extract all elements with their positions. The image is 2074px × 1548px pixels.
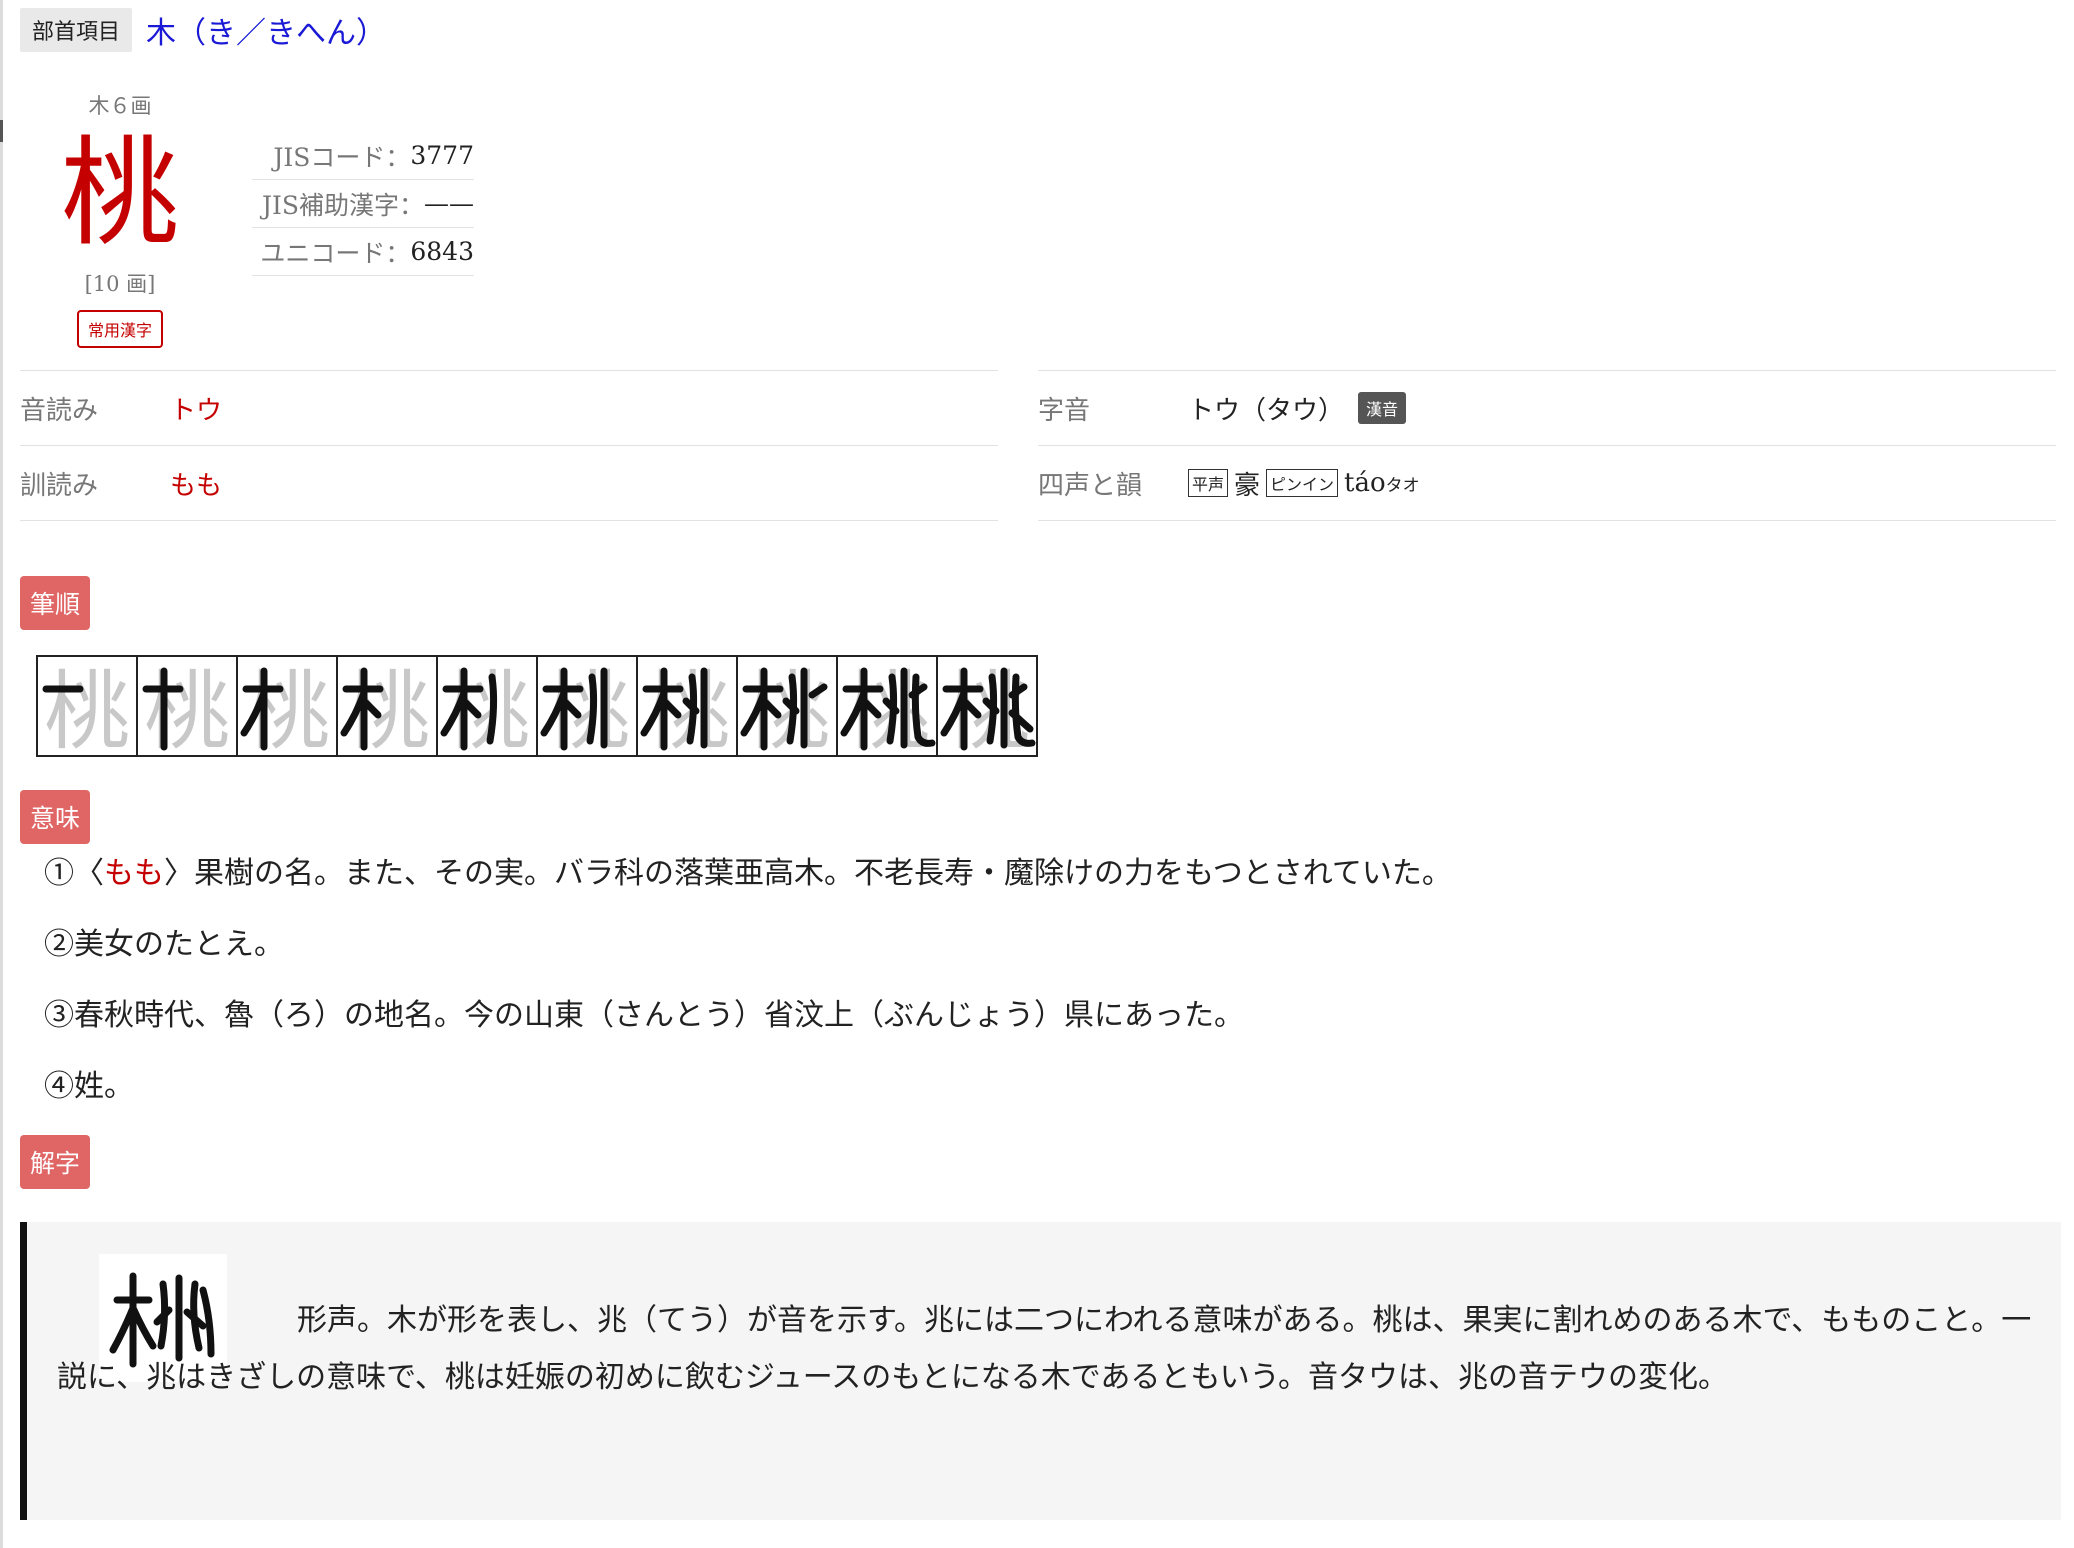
stroke-order-diagram: 桃桃桃桃桃桃桃桃桃桃	[36, 655, 1038, 757]
radical-link[interactable]: 木（き／きへん）	[146, 8, 386, 52]
stroke-step-7: 桃	[638, 657, 738, 755]
svg-text:桃: 桃	[144, 662, 230, 755]
on-reading-label: 音読み	[20, 395, 99, 426]
stroke-step-2: 桃	[138, 657, 238, 755]
jion-row: 字音 トウ（タウ） 漢音	[1038, 370, 2056, 445]
breadcrumb: 部首項目 木（き／きへん）	[20, 8, 386, 52]
kaiji-box: 形声。木が形を表し、兆（てう）が音を示す。兆には二つにわれる意味がある。桃は、果…	[20, 1222, 2061, 1520]
kanji-character: 桃	[60, 124, 179, 262]
svg-text:桃: 桃	[44, 662, 130, 755]
radical-strokes: 木６画	[88, 94, 152, 118]
unicode-row: ユニコード： 6843	[252, 228, 474, 276]
kaiji-heading: 解字	[20, 1135, 91, 1189]
readings-right: 字音 トウ（タウ） 漢音 四声と韻 平声 豪 ピンイン táo タオ	[1038, 370, 2056, 521]
jis-code-row: JISコード： 3777	[252, 132, 474, 180]
radical-category-label: 部首項目	[20, 8, 133, 52]
window-edge-marker	[0, 120, 3, 142]
jis-hojo-row: JIS補助漢字： ——	[252, 180, 474, 228]
meaning-list: ①〈もも〉果樹の名。また、その実。バラ科の落葉亜高木。不老長寿・魔除けの力をもつ…	[44, 854, 2024, 1138]
stroke-step-4: 桃	[338, 657, 438, 755]
joyo-kanji-badge: 常用漢字	[76, 310, 163, 348]
meaning-item-2: ②美女のたとえ。	[44, 927, 284, 962]
window-edge	[0, 0, 3, 1548]
shisei-label: 四声と韻	[1038, 470, 1143, 501]
pinyin-kana: タオ	[1385, 475, 1420, 496]
meaning-1-text: 〉果樹の名。また、その実。バラ科の落葉亜高木。不老長寿・魔除けの力をもつとされて…	[164, 856, 1452, 891]
kun-reading-value: もも	[170, 470, 223, 501]
stroke-step-5: 桃	[438, 657, 538, 755]
on-reading-value: トウ	[170, 395, 223, 426]
jis-hojo-label: JIS補助漢字：	[261, 190, 424, 220]
kun-reading-label: 訓読み	[20, 470, 99, 501]
pinyin-value: táo	[1344, 468, 1386, 498]
pinyin-tag: ピンイン	[1266, 469, 1339, 497]
unicode-label: ユニコード：	[260, 238, 411, 268]
kaiji-text: 形声。木が形を表し、兆（てう）が音を示す。兆には二つにわれる意味がある。桃は、果…	[57, 1303, 2032, 1395]
shisei-row: 四声と韻 平声 豪 ピンイン táo タオ	[1038, 445, 2056, 521]
stroke-step-8: 桃	[738, 657, 838, 755]
stroke-step-3: 桃	[238, 657, 338, 755]
total-stroke-count: [10 画]	[84, 272, 156, 296]
on-reading-row: 音読み トウ	[20, 370, 998, 445]
stroke-step-6: 桃	[538, 657, 638, 755]
jis-code-value: 3777	[410, 141, 474, 170]
code-table: JISコード： 3777 JIS補助漢字： —— ユニコード： 6843	[252, 132, 474, 276]
stroke-step-1: 桃	[38, 657, 138, 755]
meaning-item-4: ④姓。	[44, 1069, 134, 1104]
kanji-header: 木６画 桃 [10 画] 常用漢字	[60, 90, 180, 348]
stroke-step-9: 桃	[838, 657, 938, 755]
meaning-1-number: ①〈	[44, 856, 104, 891]
kanji-dictionary-page: 部首項目 木（き／きへん） 木６画 桃 [10 画] 常用漢字 JISコード： …	[0, 0, 2074, 1548]
jion-label: 字音	[1038, 395, 1091, 426]
meaning-item-1: ①〈もも〉果樹の名。また、その実。バラ科の落葉亜高木。不老長寿・魔除けの力をもつ…	[44, 854, 2024, 925]
meaning-1-kun: もも	[104, 856, 164, 891]
jion-value: トウ（タウ）	[1188, 395, 1345, 426]
jis-hojo-value: ——	[424, 189, 474, 218]
kun-reading-row: 訓読み もも	[20, 445, 998, 521]
unicode-value: 6843	[410, 237, 474, 266]
tone-tag: 平声	[1188, 469, 1229, 497]
kanon-tag: 漢音	[1358, 392, 1407, 424]
rhyme-value: 豪	[1234, 470, 1261, 501]
jis-code-label: JISコード：	[273, 142, 411, 172]
meaning-item-3: ③春秋時代、魯（ろ）の地名。今の山東（さんとう）省汶上（ぶんじょう）県にあった。	[44, 998, 1244, 1033]
stroke-order-heading: 筆順	[20, 576, 91, 630]
readings-left: 音読み トウ 訓読み もも	[20, 370, 998, 521]
meaning-heading: 意味	[20, 790, 91, 844]
stroke-step-10: 桃	[938, 657, 1036, 755]
